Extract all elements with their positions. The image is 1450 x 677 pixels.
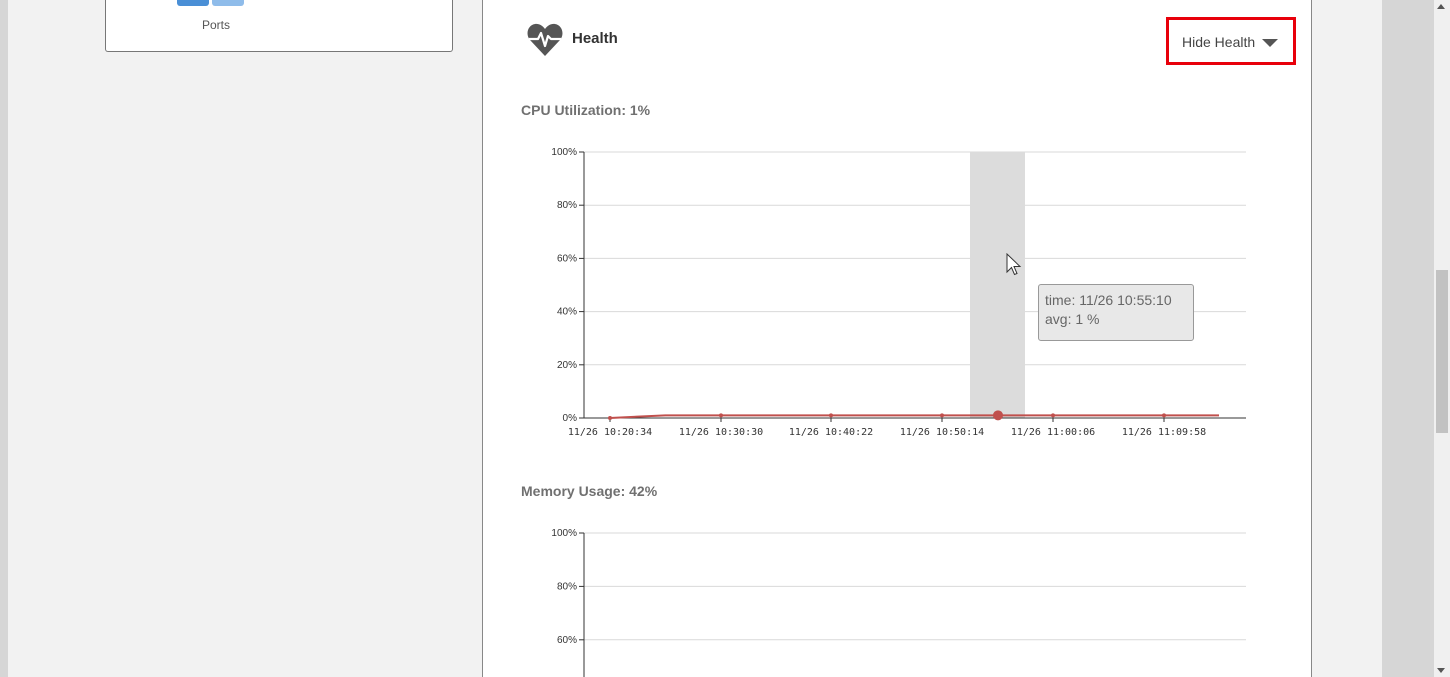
cpu-utilization-title: CPU Utilization: 1% — [521, 102, 651, 118]
hide-health-label: Hide Health — [1182, 34, 1256, 50]
scrollbar-thumb[interactable] — [1436, 270, 1448, 433]
memory-usage-title: Memory Usage: 42% — [521, 483, 658, 499]
left-gutter — [0, 0, 8, 677]
ports-card[interactable]: Ports — [105, 0, 453, 52]
heartbeat-icon — [527, 23, 563, 56]
scroll-down-arrow-icon[interactable] — [1437, 668, 1445, 673]
port-indicator — [177, 0, 209, 6]
chart-tooltip: time: 11/26 10:55:10 avg: 1 % — [1038, 284, 1194, 341]
health-title: Health — [572, 30, 618, 47]
hide-health-button[interactable]: Hide Health — [1166, 17, 1296, 65]
port-indicator — [212, 0, 244, 6]
ports-label: Ports — [201, 18, 230, 32]
right-gutter — [1382, 0, 1434, 677]
tooltip-time: time: 11/26 10:55:10 — [1045, 292, 1172, 308]
mouse-cursor-icon — [1006, 253, 1022, 276]
tooltip-avg: avg: 1 % — [1045, 311, 1100, 327]
caret-down-icon — [1262, 39, 1278, 47]
scroll-up-arrow-icon[interactable] — [1437, 4, 1445, 9]
